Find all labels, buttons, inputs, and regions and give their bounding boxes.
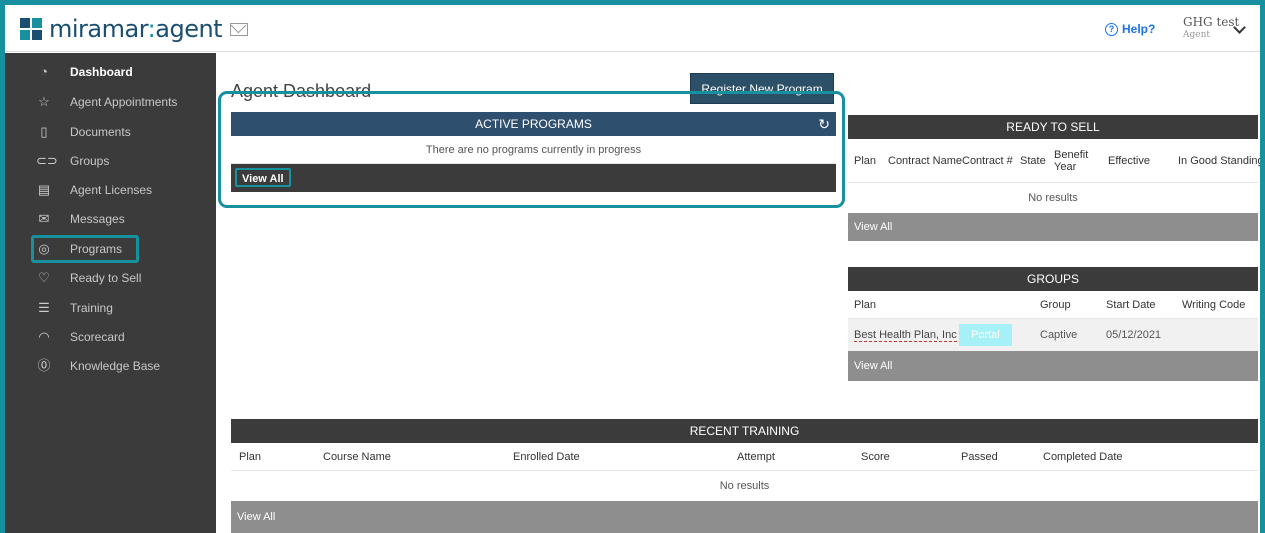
panel-title: READY TO SELL [848,115,1258,139]
help-label: Help? [1122,22,1156,36]
column-header: Benefit Year [1054,148,1089,173]
sidebar-item-label: Messages [70,212,125,226]
gauge-icon: ◠ [38,329,50,344]
empty-message: No results [719,480,770,492]
column-header: Passed [961,451,998,463]
question-icon: ? [1105,22,1118,36]
column-header: Course Name [323,451,391,463]
empty-message: No results [1028,192,1078,204]
column-header: Contract Name [888,154,962,167]
portal-button[interactable]: Portal [959,324,1012,346]
column-header: Enrolled Date [513,451,580,463]
column-header: Group [1040,298,1071,311]
sidebar-item-knowledge-base[interactable]: ⓪ Knowledge Base [5,353,216,379]
column-header: State [1020,154,1046,167]
sidebar-item-documents[interactable]: ▯ Documents [5,119,216,145]
sidebar-item-label: Knowledge Base [70,359,161,373]
license-icon: ▤ [37,182,51,197]
column-header: Plan [239,451,262,463]
sidebar-item-dashboard[interactable]: ◔ Dashboard [5,59,216,85]
programs-highlight [31,235,139,263]
table-header: Plan Contract Name Contract # State Bene… [848,139,1260,183]
help-link[interactable]: ? Help? [1105,22,1155,36]
logo[interactable]: miramar:agent [20,15,249,43]
mail-icon: ✉ [38,211,50,226]
column-header: Start Date [1106,298,1156,311]
sidebar-item-groups[interactable]: ⊂⊃ Groups [5,148,216,174]
view-all-button[interactable]: View All [231,501,1258,533]
column-header: Score [861,451,890,463]
user-name: GHG test [1183,15,1240,29]
column-header: Completed Date [1043,451,1123,463]
column-header: Plan [854,154,877,167]
sidebar-item-label: Groups [70,154,110,168]
table-row: Best Health Plan, Inc Portal Captive 05/… [848,319,1258,351]
document-icon: ▯ [40,124,48,139]
active-programs-highlight [218,91,845,208]
column-header: In Good Standing [1178,154,1264,167]
start-date-cell: 05/12/2021 [1106,329,1162,341]
thumbs-up-icon: ♡ [38,270,50,285]
ready-to-sell-panel: READY TO SELL Plan Contract Name Contrac… [848,115,1260,241]
panel-title: RECENT TRAINING [231,419,1258,443]
app-name: miramar:agent [49,15,223,43]
groups-icon: ⊂⊃ [36,153,58,168]
column-header: Plan [854,298,877,311]
column-header: Attempt [737,451,775,463]
sidebar-item-agent-licenses[interactable]: ▤ Agent Licenses [5,177,216,203]
top-header: miramar:agent ? Help? GHG test Agent [5,5,1260,52]
sidebar-item-ready-to-sell[interactable]: ♡ Ready to Sell [5,265,216,291]
recent-training-panel: RECENT TRAINING Plan Course Name Enrolle… [231,419,1258,533]
column-header: Effective [1108,154,1150,167]
table-header: Plan Group Start Date Writing Code [848,291,1258,319]
sidebar-item-label: Training [70,301,113,315]
user-menu[interactable]: GHG test Agent [1183,15,1239,40]
view-all-button[interactable]: View All [848,213,1258,241]
app-frame: miramar:agent ? Help? GHG test Agent ◔ D… [0,0,1265,533]
sidebar-item-messages[interactable]: ✉ Messages [5,206,216,232]
sidebar: ◔ Dashboard ☆ Agent Appointments ▯ Docum… [5,53,216,533]
sidebar-item-label: Documents [70,125,131,139]
sidebar-item-label: Agent Appointments [70,95,178,109]
plan-link[interactable]: Best Health Plan, Inc [854,329,957,342]
groups-panel: GROUPS Plan Group Start Date Writing Cod… [848,267,1258,381]
table-header: Plan Course Name Enrolled Date Attempt S… [231,443,1258,471]
speedometer-icon: ◔ [40,64,48,79]
star-icon: ☆ [38,94,50,109]
sidebar-item-label: Scorecard [70,330,125,344]
view-all-button[interactable]: View All [848,351,1258,381]
panel-title: GROUPS [848,267,1258,291]
column-header: Contract # [962,154,1013,167]
sidebar-item-training[interactable]: ☰ Training [5,295,216,321]
group-cell: Captive [1040,329,1078,341]
sidebar-item-label: Ready to Sell [70,271,142,285]
sidebar-item-label: Dashboard [70,65,133,79]
sidebar-item-scorecard[interactable]: ◠ Scorecard [5,324,216,350]
column-header: Writing Code [1182,298,1246,311]
user-role: Agent [1183,30,1210,40]
logo-mark-icon [20,18,42,40]
question-icon: ⓪ [37,358,51,373]
list-icon: ☰ [38,300,50,315]
mail-icon[interactable] [230,22,249,36]
sidebar-item-agent-appointments[interactable]: ☆ Agent Appointments [5,89,216,115]
sidebar-item-label: Agent Licenses [70,183,153,197]
